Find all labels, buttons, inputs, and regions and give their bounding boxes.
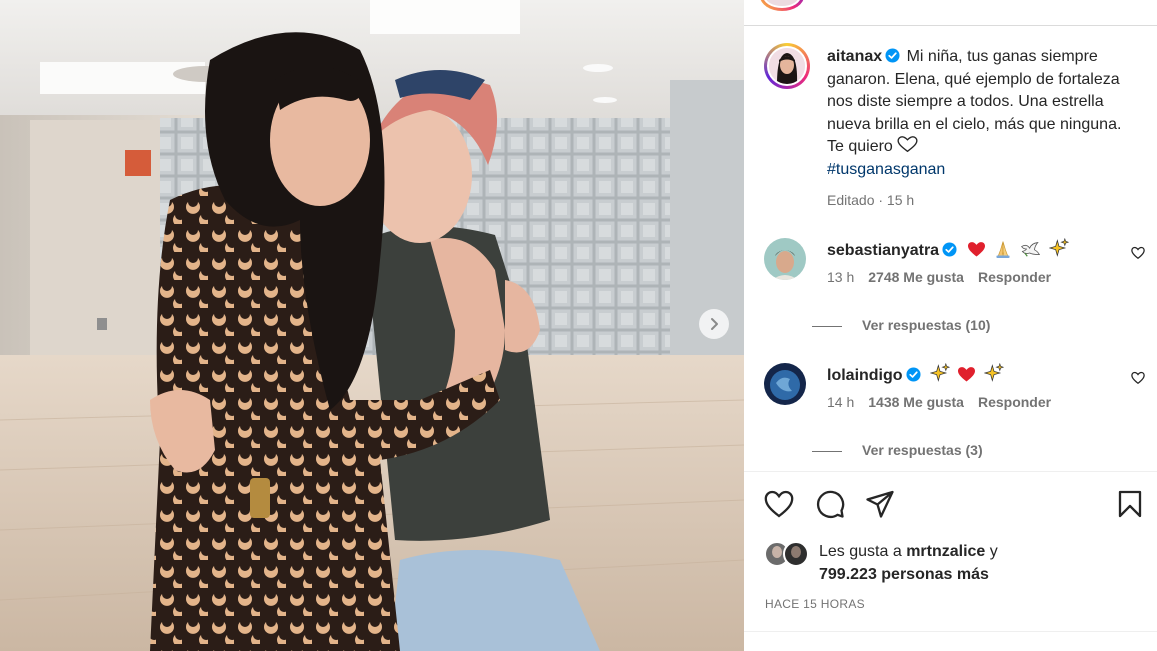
header-avatar[interactable] [760, 0, 804, 11]
dove-icon [1021, 242, 1041, 257]
post-header [744, 0, 1157, 26]
liker-username[interactable]: mrtnzalice [906, 543, 985, 560]
comment-time: 13 h [827, 269, 855, 285]
author-avatar[interactable] [764, 43, 810, 89]
commenter-username[interactable]: sebastianyatra [827, 242, 939, 259]
caption-edited-meta: Editado · 15 h [827, 192, 915, 208]
paper-plane-icon[interactable] [865, 489, 895, 519]
comment-reply-button[interactable]: Responder [978, 394, 1051, 410]
sparkles-icon [1048, 238, 1069, 257]
likes-others-count[interactable]: 799.223 personas más [819, 566, 989, 583]
comment-body: lolaindigo [827, 363, 1004, 386]
commenter-avatar[interactable] [764, 238, 806, 280]
red-heart-icon [958, 367, 976, 382]
comment-bubble-icon[interactable] [815, 489, 845, 519]
red-heart-icon [967, 242, 985, 257]
view-replies-button[interactable]: Ver respuestas (3) [812, 442, 983, 458]
verified-badge-icon [942, 242, 957, 257]
likes-prefix: Les gusta a [819, 543, 902, 560]
chevron-right-icon [711, 318, 718, 330]
comment-likes[interactable]: 2748 Me gusta [868, 269, 964, 285]
comment-meta: 13 h 2748 Me gusta Responder [827, 269, 1051, 285]
verified-badge-icon [906, 367, 921, 382]
post-time-ago[interactable]: HACE 15 HORAS [765, 597, 865, 611]
caption-hashtag[interactable]: #tusganasganan [827, 161, 945, 178]
author-avatar-image [767, 46, 807, 86]
post-caption: aitanax Mi niña, tus ganas siempre ganar… [827, 46, 1132, 182]
comment-like-heart-icon[interactable] [1131, 246, 1145, 260]
likes-text: Les gusta a mrtnzalice y 799.223 persona… [819, 541, 998, 586]
comment-time: 14 h [827, 394, 855, 410]
likers-avatars[interactable] [764, 540, 812, 568]
commenter-avatar[interactable] [764, 363, 806, 405]
bottom-divider [744, 631, 1157, 632]
view-replies-button[interactable]: Ver respuestas (10) [812, 317, 990, 333]
sparkles-icon [983, 363, 1004, 382]
post-side-panel: aitanax Mi niña, tus ganas siempre ganar… [744, 0, 1157, 651]
post-photo[interactable] [0, 0, 744, 651]
commenter-username[interactable]: lolaindigo [827, 367, 903, 384]
bookmark-icon[interactable] [1115, 489, 1145, 519]
comment-body: sebastianyatra [827, 238, 1069, 261]
comment-meta: 14 h 1438 Me gusta Responder [827, 394, 1051, 410]
photo-illustration [0, 0, 744, 651]
comment-reply-button[interactable]: Responder [978, 269, 1051, 285]
author-username[interactable]: aitanax [827, 48, 882, 65]
white-heart-emoji-icon [897, 136, 918, 153]
verified-badge-icon [885, 48, 900, 63]
folded-hands-icon [996, 241, 1010, 258]
actions-divider [744, 471, 1157, 472]
likes-suffix: y [989, 543, 998, 560]
sparkles-icon [930, 363, 950, 382]
carousel-next-button[interactable] [699, 309, 729, 339]
like-heart-icon[interactable] [764, 489, 794, 519]
comment-like-heart-icon[interactable] [1131, 371, 1145, 385]
comment-likes[interactable]: 1438 Me gusta [868, 394, 964, 410]
